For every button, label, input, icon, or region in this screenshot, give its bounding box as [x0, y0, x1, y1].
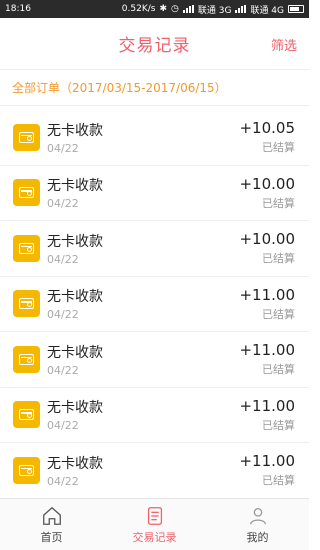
- card-icon: [13, 123, 40, 151]
- transaction-value: +11.00 已结算: [239, 397, 295, 433]
- alarm-icon: ◷: [171, 4, 179, 14]
- transaction-info: 无卡收款 04/22: [47, 342, 239, 377]
- transaction-date: 04/22: [47, 419, 79, 433]
- carrier-2: 联通 4G: [250, 5, 284, 16]
- transaction-row[interactable]: 无卡收款 04/22 +10.00 已结算: [0, 166, 309, 221]
- transaction-date: 04/22: [47, 141, 79, 155]
- tab-home-label: 首页: [40, 530, 63, 544]
- tab-mine[interactable]: 我的: [206, 499, 309, 550]
- transaction-row[interactable]: 无卡收款 04/22 +10.05 已结算: [0, 110, 309, 166]
- transaction-status: 已结算: [262, 196, 295, 210]
- transaction-amount: +11.00: [239, 452, 295, 471]
- transaction-info: 无卡收款 04/22: [47, 175, 239, 210]
- transaction-list: 无卡收款 04/22 +10.05 已结算 无卡收款 04/22 +10.00 已结算 无卡收款…: [0, 110, 309, 499]
- card-icon: [13, 290, 40, 318]
- tab-home[interactable]: 首页: [0, 499, 103, 550]
- tab-mine-label: 我的: [246, 530, 269, 544]
- transaction-date: 04/22: [47, 197, 79, 211]
- transaction-info: 无卡收款 04/22: [47, 453, 239, 488]
- signal-icon: [182, 5, 194, 13]
- home-icon: [42, 506, 61, 525]
- transaction-date: 04/22: [47, 252, 79, 266]
- filter-button[interactable]: 筛选: [271, 35, 297, 54]
- page-header: 交易记录 筛选: [0, 18, 309, 70]
- transaction-row[interactable]: 无卡收款 04/22 +11.00 已结算: [0, 443, 309, 499]
- transaction-date: 04/22: [47, 363, 79, 377]
- transaction-row[interactable]: 无卡收款 04/22 +11.00 已结算: [0, 388, 309, 443]
- transaction-info: 无卡收款 04/22: [47, 120, 239, 155]
- page-title: 交易记录: [118, 36, 191, 56]
- user-icon: [249, 507, 266, 524]
- transaction-date: 04/22: [47, 308, 79, 322]
- tab-bar: 首页 交易记录 我的: [0, 498, 309, 550]
- transaction-status: 已结算: [262, 252, 295, 266]
- transaction-amount: +10.05: [239, 119, 295, 138]
- transaction-value: +11.00 已结算: [239, 452, 295, 488]
- transaction-info: 无卡收款 04/22: [47, 286, 239, 321]
- transaction-row[interactable]: 无卡收款 04/22 +10.00 已结算: [0, 221, 309, 277]
- transaction-value: +11.00 已结算: [239, 341, 295, 377]
- card-icon: [13, 234, 40, 262]
- transaction-row[interactable]: 无卡收款 04/22 +11.00 已结算: [0, 332, 309, 388]
- transaction-name: 无卡收款: [47, 233, 103, 250]
- transaction-value: +11.00 已结算: [239, 286, 295, 322]
- transaction-status: 已结算: [262, 474, 295, 488]
- signal-icon-2: [235, 5, 247, 13]
- tab-records[interactable]: 交易记录: [103, 499, 206, 550]
- transaction-date: 04/22: [47, 474, 79, 488]
- transaction-status: 已结算: [262, 307, 295, 321]
- status-bar: 18:16 0.52K/s ✱ ◷ 联通 3G 联通 4G: [0, 0, 309, 18]
- transaction-value: +10.00 已结算: [239, 175, 295, 211]
- card-icon: [13, 345, 40, 373]
- transaction-status: 已结算: [262, 418, 295, 432]
- network-speed: 0.52K/s: [121, 4, 156, 14]
- transaction-value: +10.05 已结算: [239, 119, 295, 155]
- status-time: 18:16: [5, 4, 31, 14]
- transaction-status: 已结算: [262, 363, 295, 377]
- transaction-name: 无卡收款: [47, 289, 103, 306]
- transaction-amount: +10.00: [239, 174, 295, 193]
- transaction-amount: +11.00: [239, 341, 295, 360]
- transaction-name: 无卡收款: [47, 455, 103, 472]
- transaction-row[interactable]: 无卡收款 04/22 +11.00 已结算: [0, 277, 309, 332]
- transaction-name: 无卡收款: [47, 344, 103, 361]
- tab-records-label: 交易记录: [132, 530, 177, 544]
- transaction-name: 无卡收款: [47, 178, 103, 195]
- transaction-info: 无卡收款 04/22: [47, 397, 239, 432]
- transaction-value: +10.00 已结算: [239, 230, 295, 266]
- transaction-amount: +11.00: [239, 285, 295, 304]
- carrier-1: 联通 3G: [197, 5, 232, 16]
- date-range-label[interactable]: 全部订单（2017/03/15-2017/06/15）: [0, 70, 309, 106]
- card-icon: [13, 401, 40, 429]
- transaction-name: 无卡收款: [47, 122, 103, 139]
- card-icon: [13, 179, 40, 207]
- transaction-amount: +10.00: [239, 230, 295, 249]
- transaction-status: 已结算: [262, 141, 295, 155]
- bluetooth-icon: ✱: [159, 4, 168, 14]
- transaction-info: 无卡收款 04/22: [47, 231, 239, 266]
- status-right: 0.52K/s ✱ ◷ 联通 3G 联通 4G: [122, 3, 304, 16]
- battery-icon: [288, 5, 304, 13]
- card-icon: [13, 456, 40, 484]
- transaction-name: 无卡收款: [47, 400, 103, 417]
- records-icon: [147, 506, 162, 525]
- transaction-amount: +11.00: [239, 396, 295, 415]
